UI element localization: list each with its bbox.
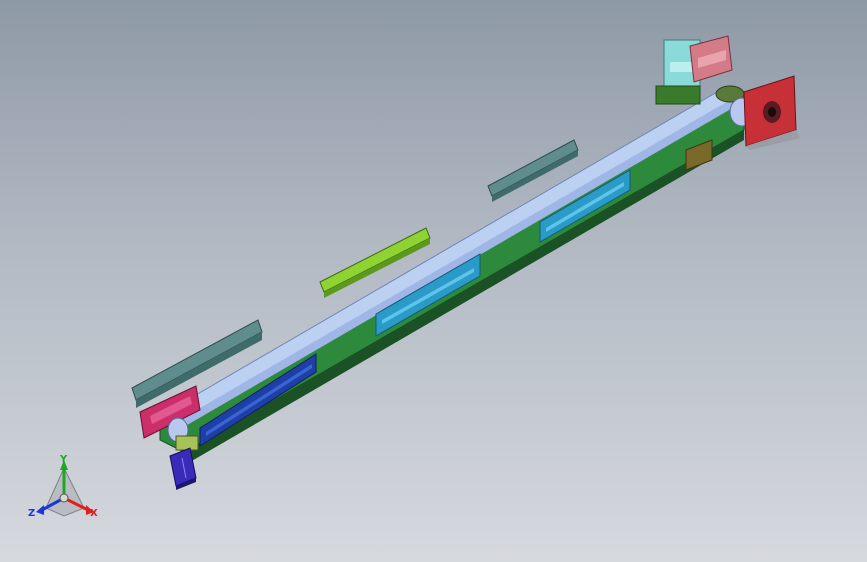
triad-label-z: Z: [28, 508, 35, 519]
triad-label-y: Y: [59, 454, 68, 465]
3d-model-viewport[interactable]: Y X Z: [0, 0, 867, 562]
coordinate-triad[interactable]: Y X Z: [28, 454, 98, 519]
triad-label-x: X: [90, 508, 98, 519]
conveyor-assembly-model[interactable]: Y X Z: [0, 0, 867, 562]
triad-arrow-z: [36, 505, 44, 515]
conveyor-belt[interactable]: [169, 87, 742, 428]
motor-end-plate[interactable]: [743, 75, 800, 150]
